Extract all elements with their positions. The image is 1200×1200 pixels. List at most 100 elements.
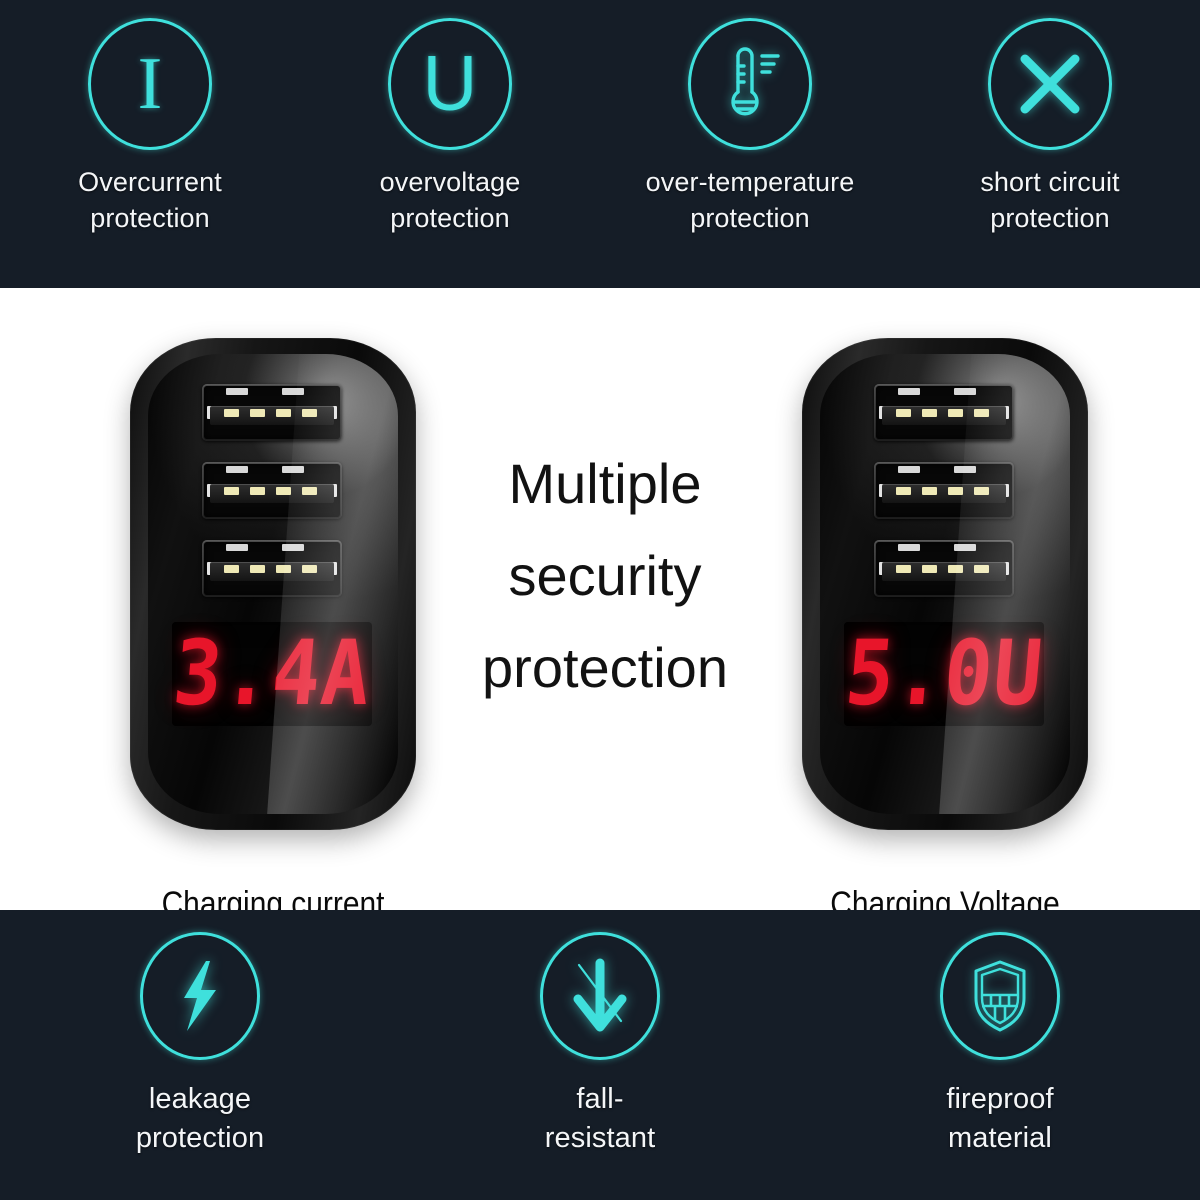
usb-contact-pin [276,487,291,495]
label-line-2: protection [690,203,810,234]
usb-contact-pin [302,409,317,417]
label-line-2: protection [390,203,510,234]
usb-contact-pin [896,565,911,573]
usb-tab [282,544,304,551]
feature-over-temperature-label: over-temperature protection [646,164,855,236]
product-photo-stage: 3.4A Charging current 5.0U Charging Volt… [0,288,1200,923]
usb-port-interior [876,386,1012,439]
usb-contact-pin [974,565,989,573]
usb-contact-pin [922,409,937,417]
headline-line-3: protection [482,635,728,699]
usb-port-2 [202,462,342,519]
current-i-icon: I [88,18,212,150]
usb-contact-pin [224,409,239,417]
charger-body: 3.4A [130,338,416,830]
usb-contact-pin [302,565,317,573]
feature-overvoltage-label: overvoltage protection [380,164,521,236]
usb-contact-pin [276,565,291,573]
label-line-1: fall- [576,1083,624,1115]
usb-port-interior [204,386,340,439]
voltage-u-glyph: U [422,40,478,127]
usb-contact-pin [250,409,265,417]
led-display-current: 3.4A [169,621,375,726]
usb-port-interior [204,542,340,595]
charger-face: 5.0U [820,354,1070,814]
feature-leakage: leakage protection [0,910,400,1200]
brick-shield-icon [940,932,1060,1060]
usb-contact-pin [896,409,911,417]
headline-multiple-security-protection: Multiple security protection [440,438,770,713]
usb-port-interior [876,542,1012,595]
lightning-bolt-glyph [184,961,216,1031]
bottom-feature-row: leakage protection fall- resistant firep… [0,910,1200,1200]
usb-contact-pin [974,409,989,417]
usb-tab [898,544,920,551]
feature-short-circuit-label: short circuit protection [980,164,1119,236]
thermometer-glyph [731,47,780,116]
label-line-2: protection [90,203,210,234]
headline-line-2: security [508,543,702,607]
current-i-glyph: I [137,43,163,125]
label-line-1: short circuit [980,167,1120,197]
charger-charging-current: 3.4A Charging current [108,330,438,923]
label-line-1: leakage [148,1083,252,1115]
feature-overcurrent: I Overcurrent protection [0,0,300,288]
usb-contact-pin [302,487,317,495]
usb-tab [226,388,248,395]
usb-port-1 [874,384,1014,441]
usb-contact-pin [974,487,989,495]
thermometer-icon [688,18,812,150]
usb-contact-pin [896,487,911,495]
usb-contact-pin [922,565,937,573]
label-line-2: resistant [544,1122,656,1155]
usb-port-2 [874,462,1014,519]
usb-tab [226,466,248,473]
charger-body: 5.0U [802,338,1088,830]
charger-charging-voltage: 5.0U Charging Voltage [780,330,1110,923]
usb-tab [954,388,976,395]
feature-overvoltage: U overvoltage protection [300,0,600,288]
usb-contact-pin [250,487,265,495]
usb-contact-pin [922,487,937,495]
led-readout-value: 3.4A [169,621,375,726]
usb-port-interior [876,464,1012,517]
feature-fall-resistant: fall- resistant [400,910,800,1200]
led-readout-value: 5.0U [841,621,1047,726]
label-line-1: over-temperature [645,167,855,197]
product-feature-infographic: I Overcurrent protection U overvoltage p… [0,0,1200,1200]
feature-over-temperature: over-temperature protection [600,0,900,288]
headline-line-1: Multiple [508,452,702,515]
lightning-bolt-icon [140,932,260,1060]
usb-contact-pin [224,565,239,573]
usb-contact-pin [948,487,963,495]
feature-short-circuit: short circuit protection [900,0,1200,288]
feature-overcurrent-label: Overcurrent protection [78,164,222,236]
feature-leakage-label: leakage protection [136,1080,264,1159]
usb-contact-pin [948,565,963,573]
usb-port-3 [874,540,1014,597]
down-arrow-strike-glyph [573,958,627,1032]
label-line-1: Overcurrent [78,167,222,197]
feature-fall-resistant-label: fall- resistant [545,1080,656,1159]
label-line-2: protection [990,203,1110,234]
label-line-1: fireproof [946,1083,1054,1115]
usb-tab [954,544,976,551]
usb-port-interior [204,464,340,517]
label-line-1: overvoltage [379,167,521,197]
cross-x-glyph [1020,54,1080,114]
usb-tab [898,388,920,395]
usb-tab [282,388,304,395]
usb-tab [954,466,976,473]
usb-contact-pin [948,409,963,417]
charger-face: 3.4A [148,354,398,814]
led-display-voltage: 5.0U [841,621,1047,726]
top-feature-row: I Overcurrent protection U overvoltage p… [0,0,1200,288]
feature-fireproof: fireproof material [800,910,1200,1200]
usb-tab [898,466,920,473]
brick-shield-glyph [974,960,1026,1032]
usb-port-3 [202,540,342,597]
usb-contact-pin [276,409,291,417]
usb-tab [282,466,304,473]
label-line-2: material [948,1122,1052,1155]
feature-fireproof-label: fireproof material [946,1080,1053,1159]
